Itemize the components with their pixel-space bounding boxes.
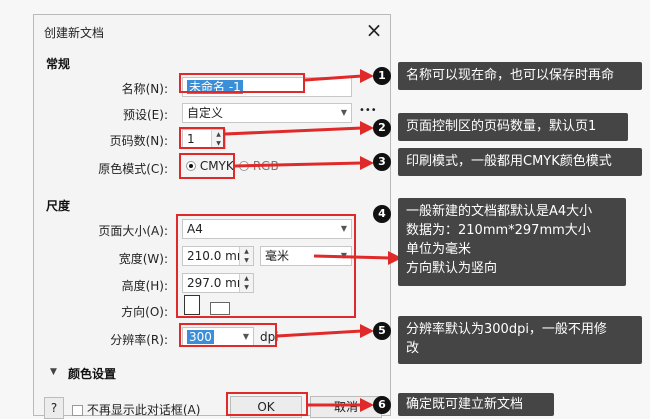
arrow-2-head xyxy=(360,121,374,135)
callout-1: 名称可以现在命，也可以保存时再命 xyxy=(398,62,642,90)
arrow-2 xyxy=(224,126,363,136)
marker-3: 3 xyxy=(373,153,391,171)
marker-1: 1 xyxy=(373,67,391,85)
callout-4-line: 方向默认为竖向 xyxy=(406,261,498,276)
callout-5-line: 分辨率默认为300dpi，一般不用修 xyxy=(406,322,607,337)
marker-6: 6 xyxy=(373,396,391,414)
callout-5-line: 改 xyxy=(406,341,420,356)
callout-4-line: 一般新建的文档都默认是A4大小 xyxy=(406,204,593,219)
marker-2: 2 xyxy=(373,119,391,137)
callout-4-line: 数据为：210mm*297mm大小 xyxy=(406,223,591,238)
callout-6: 确定既可建立新文档 xyxy=(398,393,554,416)
arrow-5 xyxy=(276,329,363,338)
callout-4-line: 单位为毫米 xyxy=(406,242,472,257)
marker-5: 5 xyxy=(373,322,391,340)
arrow-3-head xyxy=(360,156,374,170)
arrow-3 xyxy=(234,161,363,168)
marker-4: 4 xyxy=(373,205,391,223)
arrow-1-head xyxy=(360,69,374,83)
arrow-5-head xyxy=(360,324,374,338)
arrow-4 xyxy=(313,254,391,260)
callout-3: 印刷模式，一般都用CMYK颜色模式 xyxy=(398,148,642,176)
callout-4: 一般新建的文档都默认是A4大小 数据为：210mm*297mm大小 单位为毫米 … xyxy=(398,198,626,286)
callout-2: 页面控制区的页码数量，默认页1 xyxy=(398,113,628,141)
callout-5: 分辨率默认为300dpi，一般不用修 改 xyxy=(398,316,642,364)
arrow-6-head xyxy=(360,398,374,412)
arrow-1 xyxy=(304,74,363,82)
